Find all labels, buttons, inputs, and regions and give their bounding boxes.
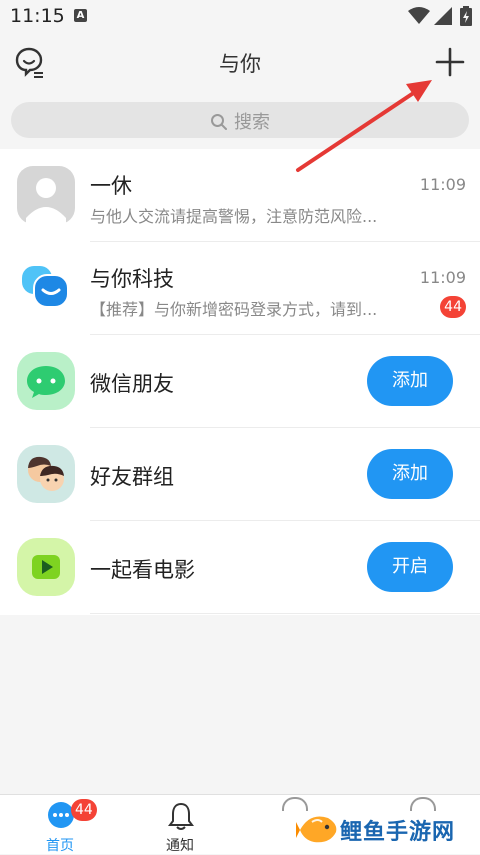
watermark: 鲤鱼手游网 [296, 806, 480, 852]
conversation-list: 一休 11:09 与他人交流请提高警惕，注意防范风险... 与你科技 11:09… [0, 149, 480, 615]
contact-name: 一休 [90, 174, 132, 198]
feature-name: 一起看电影 [90, 558, 195, 582]
wechat-icon [17, 352, 75, 410]
list-item[interactable]: 与你科技 11:09 【推荐】与你新增密码登录方式，请到... 44 [0, 242, 480, 335]
carp-logo-icon [296, 816, 337, 843]
list-item: 一起看电影 开启 [0, 521, 480, 614]
list-item: 微信朋友 添加 [0, 335, 480, 428]
feature-name: 好友群组 [90, 465, 174, 489]
home-badge: 44 [71, 799, 97, 821]
status-bar: 11:15 A [0, 0, 480, 32]
group-icon [17, 445, 75, 503]
search-icon [211, 114, 227, 130]
unread-badge: 44 [440, 296, 466, 318]
bell-icon [168, 802, 194, 830]
divider [90, 613, 480, 614]
status-time: 11:15 [10, 5, 65, 27]
battery-icon [460, 6, 472, 26]
contact-name: 与你科技 [90, 267, 174, 291]
message-preview: 【推荐】与你新增密码登录方式，请到... [90, 300, 378, 319]
add-wechat-button[interactable]: 添加 [367, 356, 453, 406]
wifi-icon [408, 7, 430, 24]
signal-icon [434, 7, 452, 25]
enable-movie-button[interactable]: 开启 [367, 542, 453, 592]
message-preview: 与他人交流请提高警惕，注意防范风险... [90, 207, 378, 226]
message-time: 11:09 [419, 268, 466, 287]
movie-icon [17, 538, 75, 596]
feature-name: 微信朋友 [90, 372, 174, 396]
yuni-logo-icon [22, 266, 69, 308]
tab-home[interactable]: 44 首页 [20, 799, 100, 854]
annotation-arrow-icon [296, 80, 432, 172]
tab-notifications[interactable]: 通知 [140, 799, 220, 854]
tab-home-label: 首页 [46, 838, 74, 854]
watermark-text: 鲤鱼手游网 [340, 820, 456, 845]
list-item: 好友群组 添加 [0, 428, 480, 521]
search-placeholder: 搜索 [234, 112, 270, 133]
tab-notifications-label: 通知 [166, 838, 194, 854]
notification-icon: A [74, 9, 87, 22]
add-group-button[interactable]: 添加 [367, 449, 453, 499]
default-avatar-icon [17, 166, 75, 224]
